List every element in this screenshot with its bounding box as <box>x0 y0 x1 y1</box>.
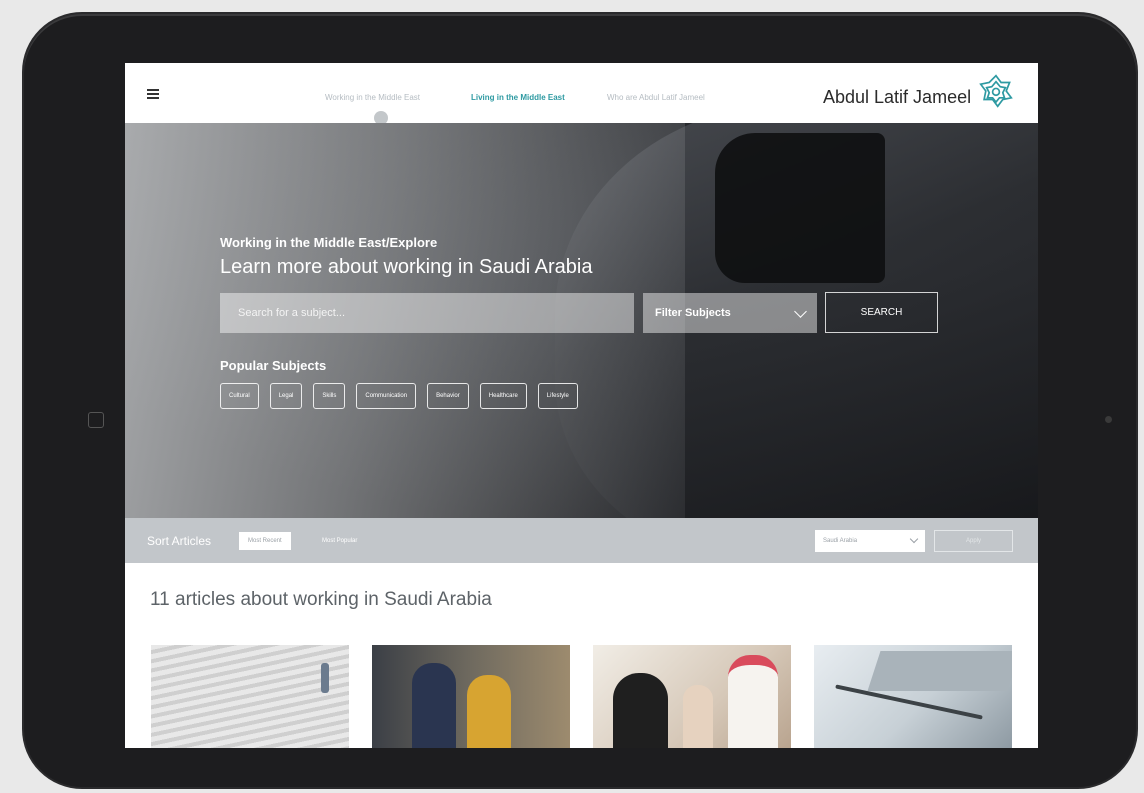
page-title: Learn more about working in Saudi Arabia <box>220 256 593 278</box>
camera-icon <box>1105 416 1112 423</box>
filter-subjects-label: Filter Subjects <box>655 307 731 319</box>
chevron-down-icon <box>794 304 807 318</box>
hero-section: Working in the Middle East/Explore Learn… <box>125 123 1038 518</box>
home-button[interactable] <box>88 412 104 428</box>
hamburger-menu-icon[interactable] <box>147 89 159 99</box>
laptop-image <box>867 651 1012 691</box>
popular-subjects-list: Cultural Legal Skills Communication Beha… <box>220 383 578 409</box>
article-card-stairs[interactable] <box>151 645 349 748</box>
nav-living-link[interactable]: Living in the Middle East <box>471 93 565 102</box>
apply-button[interactable]: Apply <box>934 530 1013 552</box>
top-navigation: Working in the Middle East Living in the… <box>125 63 1038 125</box>
article-card-laptop[interactable] <box>814 645 1012 748</box>
person-silhouette <box>728 655 778 748</box>
country-select-value: Saudi Arabia <box>823 538 858 544</box>
brand-logo-icon[interactable] <box>979 74 1013 108</box>
article-card-warehouse[interactable] <box>372 645 570 748</box>
subject-chip-healthcare[interactable]: Healthcare <box>479 383 527 409</box>
person-silhouette <box>321 663 329 693</box>
sort-articles-label: Sort Articles <box>147 534 212 548</box>
subject-chip-legal[interactable]: Legal <box>269 383 303 409</box>
nav-working-link[interactable]: Working in the Middle East <box>325 93 420 102</box>
sort-most-recent[interactable]: Most Recent <box>239 532 291 550</box>
country-select[interactable]: Saudi Arabia <box>815 530 925 552</box>
app-screen: Working in the Middle East Living in the… <box>125 63 1038 748</box>
nav-about-link[interactable]: Who are Abdul Latif Jameel <box>607 93 705 102</box>
car-window-image <box>715 133 885 283</box>
subject-chip-lifestyle[interactable]: Lifestyle <box>537 383 578 409</box>
chevron-down-icon <box>909 534 919 544</box>
subject-chip-cultural[interactable]: Cultural <box>220 383 259 409</box>
sort-most-popular[interactable]: Most Popular <box>313 532 366 550</box>
search-button[interactable]: SEARCH <box>825 292 938 333</box>
breadcrumb: Working in the Middle East/Explore <box>220 235 438 250</box>
worker-silhouette <box>412 663 456 748</box>
subject-chip-skills[interactable]: Skills <box>313 383 346 409</box>
search-input[interactable] <box>220 293 634 333</box>
worker-silhouette <box>467 675 511 748</box>
sort-bar: Sort Articles Most Recent Most Popular S… <box>125 518 1038 563</box>
article-card-family[interactable] <box>593 645 791 748</box>
popular-subjects-heading: Popular Subjects <box>220 358 327 373</box>
subject-chip-behavior[interactable]: Behavior <box>427 383 469 409</box>
subject-chip-communication[interactable]: Communication <box>356 383 417 409</box>
articles-count-heading: 11 articles about working in Saudi Arabi… <box>150 589 492 610</box>
child-silhouette <box>683 685 713 748</box>
filter-subjects-select[interactable]: Filter Subjects <box>643 293 817 333</box>
person-silhouette <box>613 673 668 748</box>
brand-name[interactable]: Abdul Latif Jameel <box>823 87 971 108</box>
